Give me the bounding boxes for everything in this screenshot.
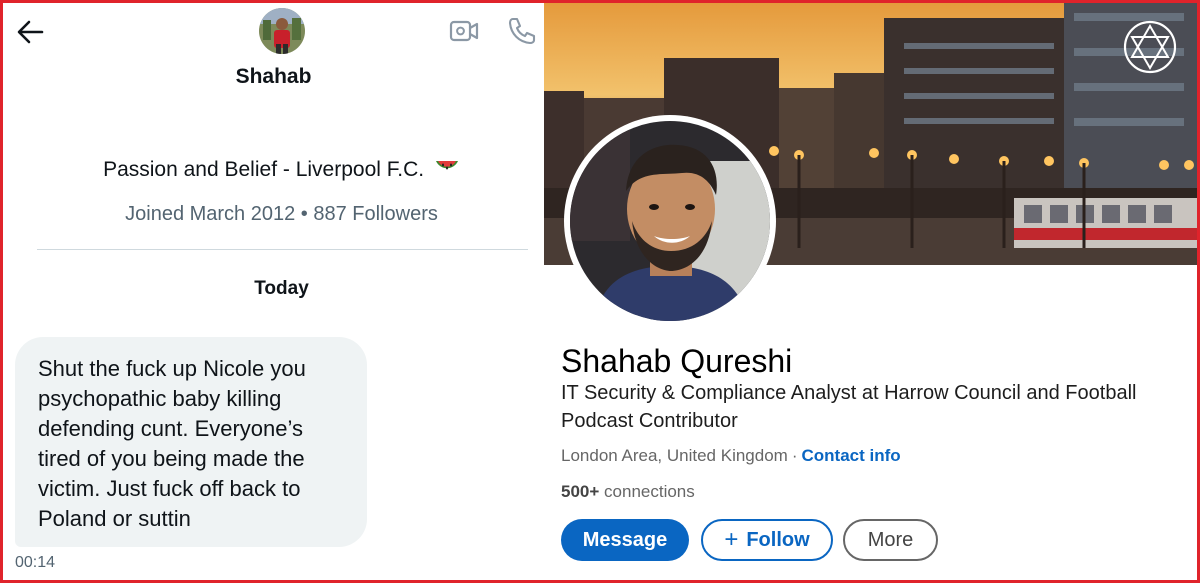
day-separator: Today — [254, 278, 309, 299]
profile-card: Shahab Qureshi IT Security & Compliance … — [544, 3, 1197, 580]
video-call-icon[interactable] — [447, 15, 481, 47]
chat-panel: Shahab Passion and Belief - Liverpool F.… — [3, 3, 544, 580]
profile-headline: IT Security & Compliance Analyst at Harr… — [561, 382, 1137, 432]
hexagram-watermark-icon — [1122, 19, 1178, 75]
connections-label: connections — [604, 482, 695, 501]
plus-icon: + — [724, 526, 739, 553]
back-arrow-icon[interactable] — [15, 17, 47, 47]
contact-bio-text: Passion and Belief - Liverpool F.C. — [103, 158, 425, 181]
follow-button[interactable]: + Follow — [701, 519, 833, 561]
profile-name: Shahab Qureshi — [561, 343, 793, 379]
message-bubble[interactable]: Shut the fuck up Nicole you psychopathic… — [15, 337, 367, 547]
connections-count: 500+ — [561, 482, 600, 501]
divider — [37, 249, 528, 250]
contact-avatar[interactable] — [259, 8, 305, 54]
contact-bio: Passion and Belief - Liverpool F.C. — [3, 158, 560, 186]
contact-info-link[interactable]: Contact info — [802, 446, 901, 465]
profile-photo[interactable] — [564, 115, 776, 327]
profile-location-row: London Area, United Kingdom · Contact info — [561, 446, 901, 466]
watermelon-icon — [434, 158, 460, 186]
message-timestamp: 00:14 — [15, 554, 56, 571]
more-button[interactable]: More — [843, 519, 938, 561]
profile-location: London Area, United Kingdom — [561, 446, 788, 465]
profile-connections: 500+ connections — [561, 482, 695, 502]
phone-call-icon[interactable] — [505, 15, 539, 47]
contact-join-followers: Joined March 2012 • 887 Followers — [125, 203, 438, 225]
message-button[interactable]: Message — [561, 519, 689, 561]
follow-label: Follow — [746, 528, 810, 551]
separator-dot: · — [791, 446, 798, 465]
screenshot-frame: Shahab Passion and Belief - Liverpool F.… — [0, 0, 1200, 583]
contact-name: Shahab — [235, 65, 312, 88]
